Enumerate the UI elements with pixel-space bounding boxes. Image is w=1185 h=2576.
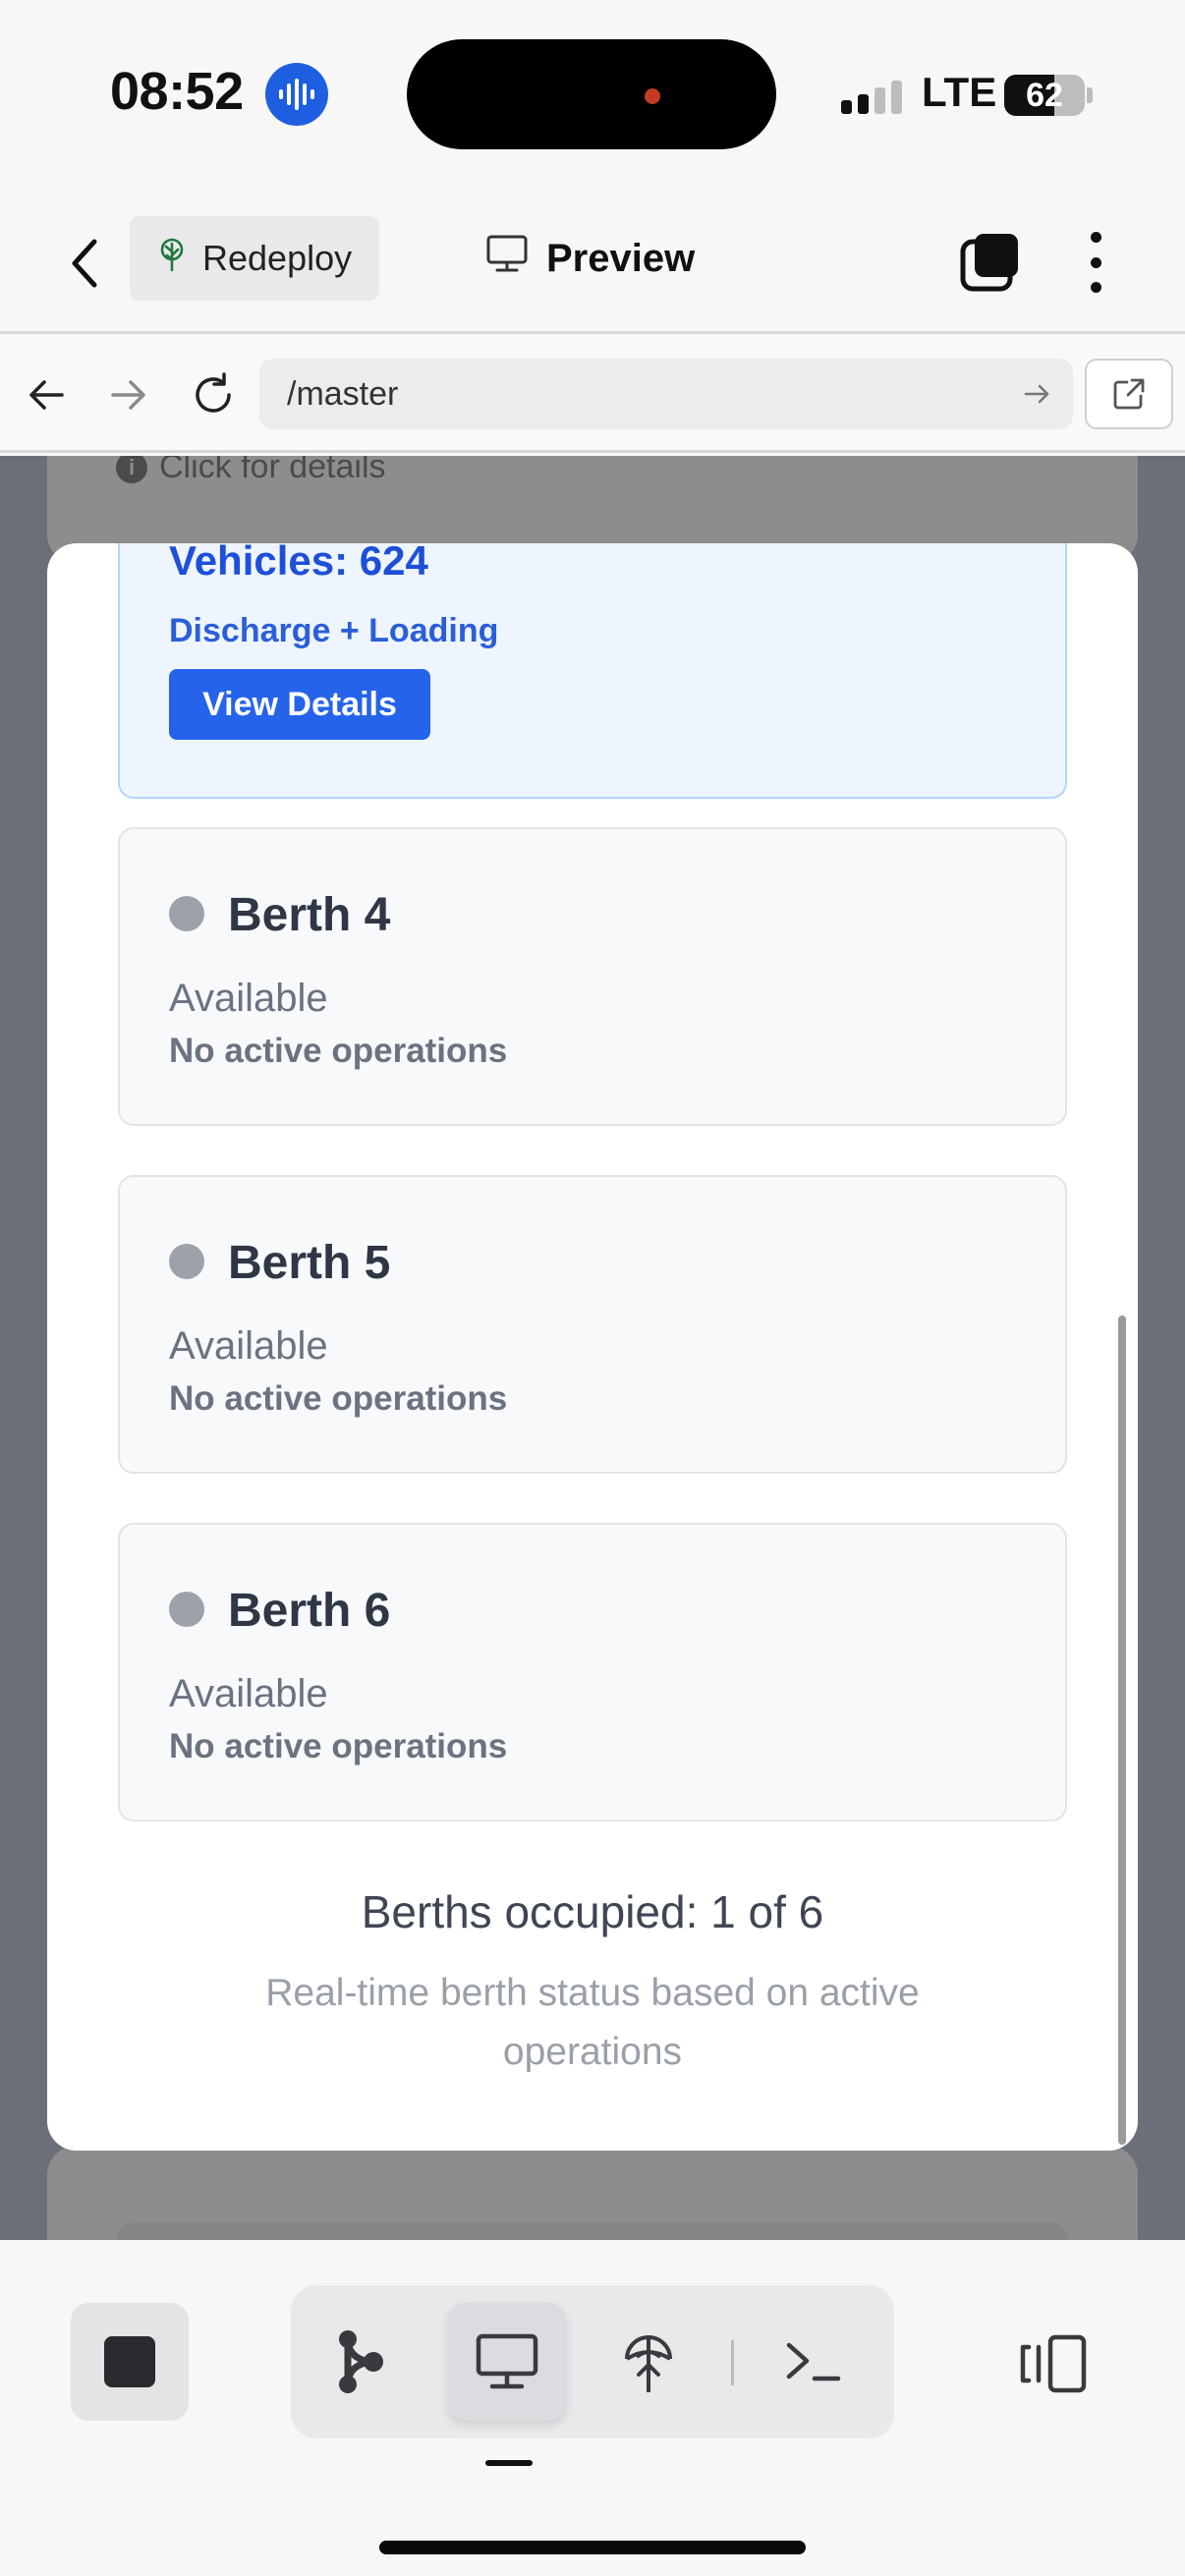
refresh-icon[interactable] [189, 370, 238, 420]
chevron-left-icon[interactable] [59, 232, 108, 295]
vehicle-count: Vehicles: 624 [169, 543, 428, 584]
dynamic-island [407, 39, 776, 149]
berth-detail: No active operations [169, 1379, 508, 1418]
background-hint-text: Click for details [159, 456, 386, 485]
layout-icon[interactable] [1014, 2324, 1093, 2403]
operation-type: Discharge + Loading [169, 612, 499, 649]
tabs-icon[interactable] [959, 230, 1022, 293]
background-hint: i Click for details [116, 456, 386, 486]
background-card-bottom-inner [116, 2222, 1069, 2240]
preview-label: Preview [546, 236, 696, 280]
modal-scroll-content[interactable]: Vehicles: 624 Discharge + Loading View D… [47, 543, 1138, 2151]
battery-nub [1087, 87, 1093, 103]
monitor-icon [485, 234, 529, 283]
url-text: /master [287, 374, 399, 413]
berth-card[interactable]: Berth 6 Available No active operations [118, 1523, 1067, 1821]
signal-icon [841, 79, 902, 114]
stop-icon[interactable] [71, 2303, 189, 2421]
status-bar: 08:52 LTE 62 [0, 0, 1185, 196]
arrow-right-icon[interactable] [104, 370, 153, 420]
more-vertical-icon[interactable] [1081, 228, 1110, 297]
open-external-icon[interactable] [1085, 359, 1173, 429]
go-arrow-icon[interactable] [1022, 378, 1053, 410]
page-title: Preview [485, 234, 695, 283]
network-type: LTE [922, 69, 997, 115]
berth-card[interactable]: Berth 4 Available No active operations [118, 827, 1067, 1126]
redeploy-label: Redeploy [202, 238, 353, 278]
terminal-icon[interactable] [755, 2303, 873, 2421]
graph-icon[interactable] [303, 2303, 421, 2421]
battery-icon: 62 [1004, 75, 1085, 116]
app-header: Redeploy Preview [0, 196, 1185, 334]
battery-percent: 62 [1026, 77, 1063, 114]
berth-name: Berth 5 [228, 1237, 391, 1289]
url-input[interactable]: /master [259, 359, 1073, 429]
deploy-icon[interactable] [590, 2303, 707, 2421]
berth-detail: No active operations [169, 1032, 508, 1070]
monitor-icon[interactable] [448, 2303, 566, 2421]
arrow-left-icon[interactable] [22, 370, 71, 420]
berth-name: Berth 4 [228, 889, 391, 941]
view-details-button[interactable]: View Details [169, 669, 430, 740]
bottom-toolbar [0, 2240, 1185, 2576]
voice-recording-icon[interactable] [265, 63, 328, 126]
berth-status: Available [169, 1672, 328, 1715]
active-berth-card: Vehicles: 624 Discharge + Loading View D… [118, 543, 1067, 799]
url-bar: /master [0, 337, 1185, 453]
info-icon: i [116, 456, 147, 483]
berth-name: Berth 6 [228, 1585, 391, 1637]
berth-status: Available [169, 1324, 328, 1368]
redeploy-tree-icon [157, 238, 187, 280]
berth-detail: No active operations [169, 1727, 508, 1765]
camera-indicator-icon [645, 88, 660, 104]
berth-card[interactable]: Berth 5 Available No active operations [118, 1175, 1067, 1474]
active-tab-indicator [485, 2460, 533, 2466]
redeploy-button[interactable]: Redeploy [130, 216, 379, 301]
status-dot-icon [169, 1244, 204, 1279]
status-dot-icon [169, 896, 204, 931]
toolbar-divider [731, 2340, 734, 2385]
summary-note: Real-time berth status based on active o… [265, 1972, 920, 2073]
status-dot-icon [169, 1592, 204, 1627]
home-indicator[interactable] [379, 2541, 806, 2554]
status-time: 08:52 [110, 62, 244, 121]
modal-scrollbar[interactable] [1118, 1316, 1126, 2145]
berth-status: Available [169, 977, 328, 1020]
berth-status-modal: Vehicles: 624 Discharge + Loading View D… [47, 543, 1138, 2151]
berths-occupied-summary: Berths occupied: 1 of 6 [361, 1886, 824, 1937]
tool-group [291, 2285, 894, 2438]
